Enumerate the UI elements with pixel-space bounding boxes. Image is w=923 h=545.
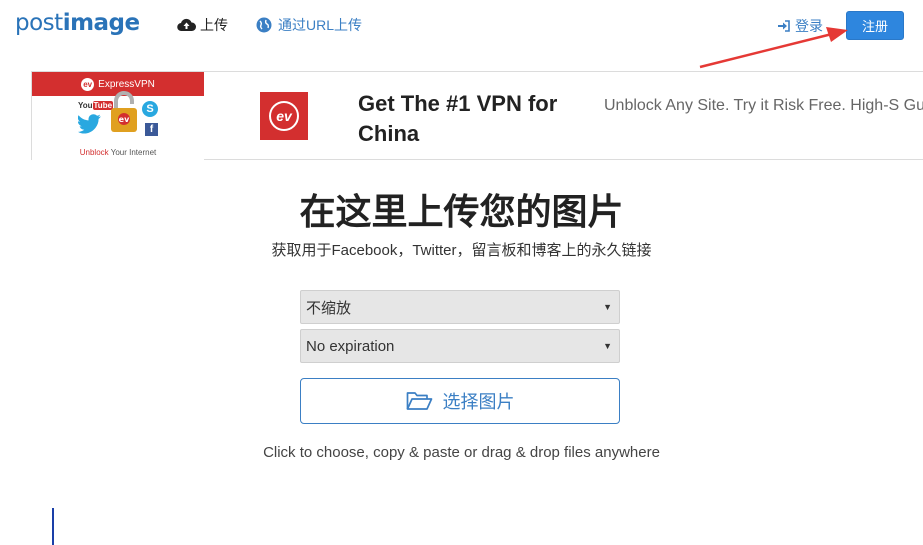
choose-images-label: 选择图片 [442, 392, 515, 412]
facebook-icon: f [145, 123, 158, 136]
page-subtitle: 获取用于Facebook，Twitter，留言板和博客上的永久链接 [271, 242, 652, 259]
nav-url-upload-label: 通过URL上传 [278, 17, 363, 33]
padlock-icon: ev [111, 91, 137, 132]
login-link[interactable]: 登录 [777, 16, 823, 36]
twitter-icon [78, 114, 101, 134]
expiration-select-value: No expiration [306, 337, 395, 355]
login-label: 登录 [795, 18, 823, 34]
ad-thumbnail-image[interactable]: ev ExpressVPN YouTube ev S f Unblock Your… [32, 72, 204, 160]
advertisement-banner[interactable]: ev ExpressVPN YouTube ev S f Unblock Your… [31, 71, 923, 160]
top-navbar: postimage 上传 通过URL上传 登录 注册 [0, 0, 923, 50]
nav-upload-label: 上传 [200, 17, 228, 33]
nav-upload-link[interactable]: 上传 [177, 15, 228, 35]
page-title: 在这里上传您的图片 [299, 192, 624, 233]
svg-text:ev: ev [119, 115, 130, 124]
sign-in-icon [778, 20, 790, 32]
ad-thumb-tagline: Unblock Your Internet [79, 148, 157, 157]
signup-button[interactable]: 注册 [846, 11, 904, 40]
ad-description[interactable]: Unblock Any Site. Try it Risk Free. High… [604, 94, 923, 117]
upload-hint-text: Click to choose, copy & paste or drag & … [263, 444, 660, 461]
nav-url-upload-link[interactable]: 通过URL上传 [256, 15, 362, 35]
text-cursor [52, 508, 54, 545]
skype-icon: S [142, 101, 158, 117]
postimage-logo[interactable]: postimage [15, 10, 140, 36]
ad-headline[interactable]: Get The #1 VPN for China [358, 89, 588, 149]
dropdown-caret-icon: ▼ [603, 341, 612, 351]
dropdown-caret-icon: ▼ [603, 302, 612, 312]
cloud-upload-icon [177, 18, 196, 32]
choose-images-button[interactable]: 选择图片 [300, 378, 620, 424]
expressvpn-ad-logo[interactable]: ev [260, 92, 308, 140]
expiration-select[interactable]: No expiration ▼ [300, 329, 620, 363]
expressvpn-logo-icon: ev [81, 77, 95, 91]
resize-select-value: 不缩放 [306, 299, 352, 317]
globe-icon [256, 17, 272, 33]
folder-open-icon [406, 392, 432, 410]
resize-select[interactable]: 不缩放 ▼ [300, 290, 620, 324]
